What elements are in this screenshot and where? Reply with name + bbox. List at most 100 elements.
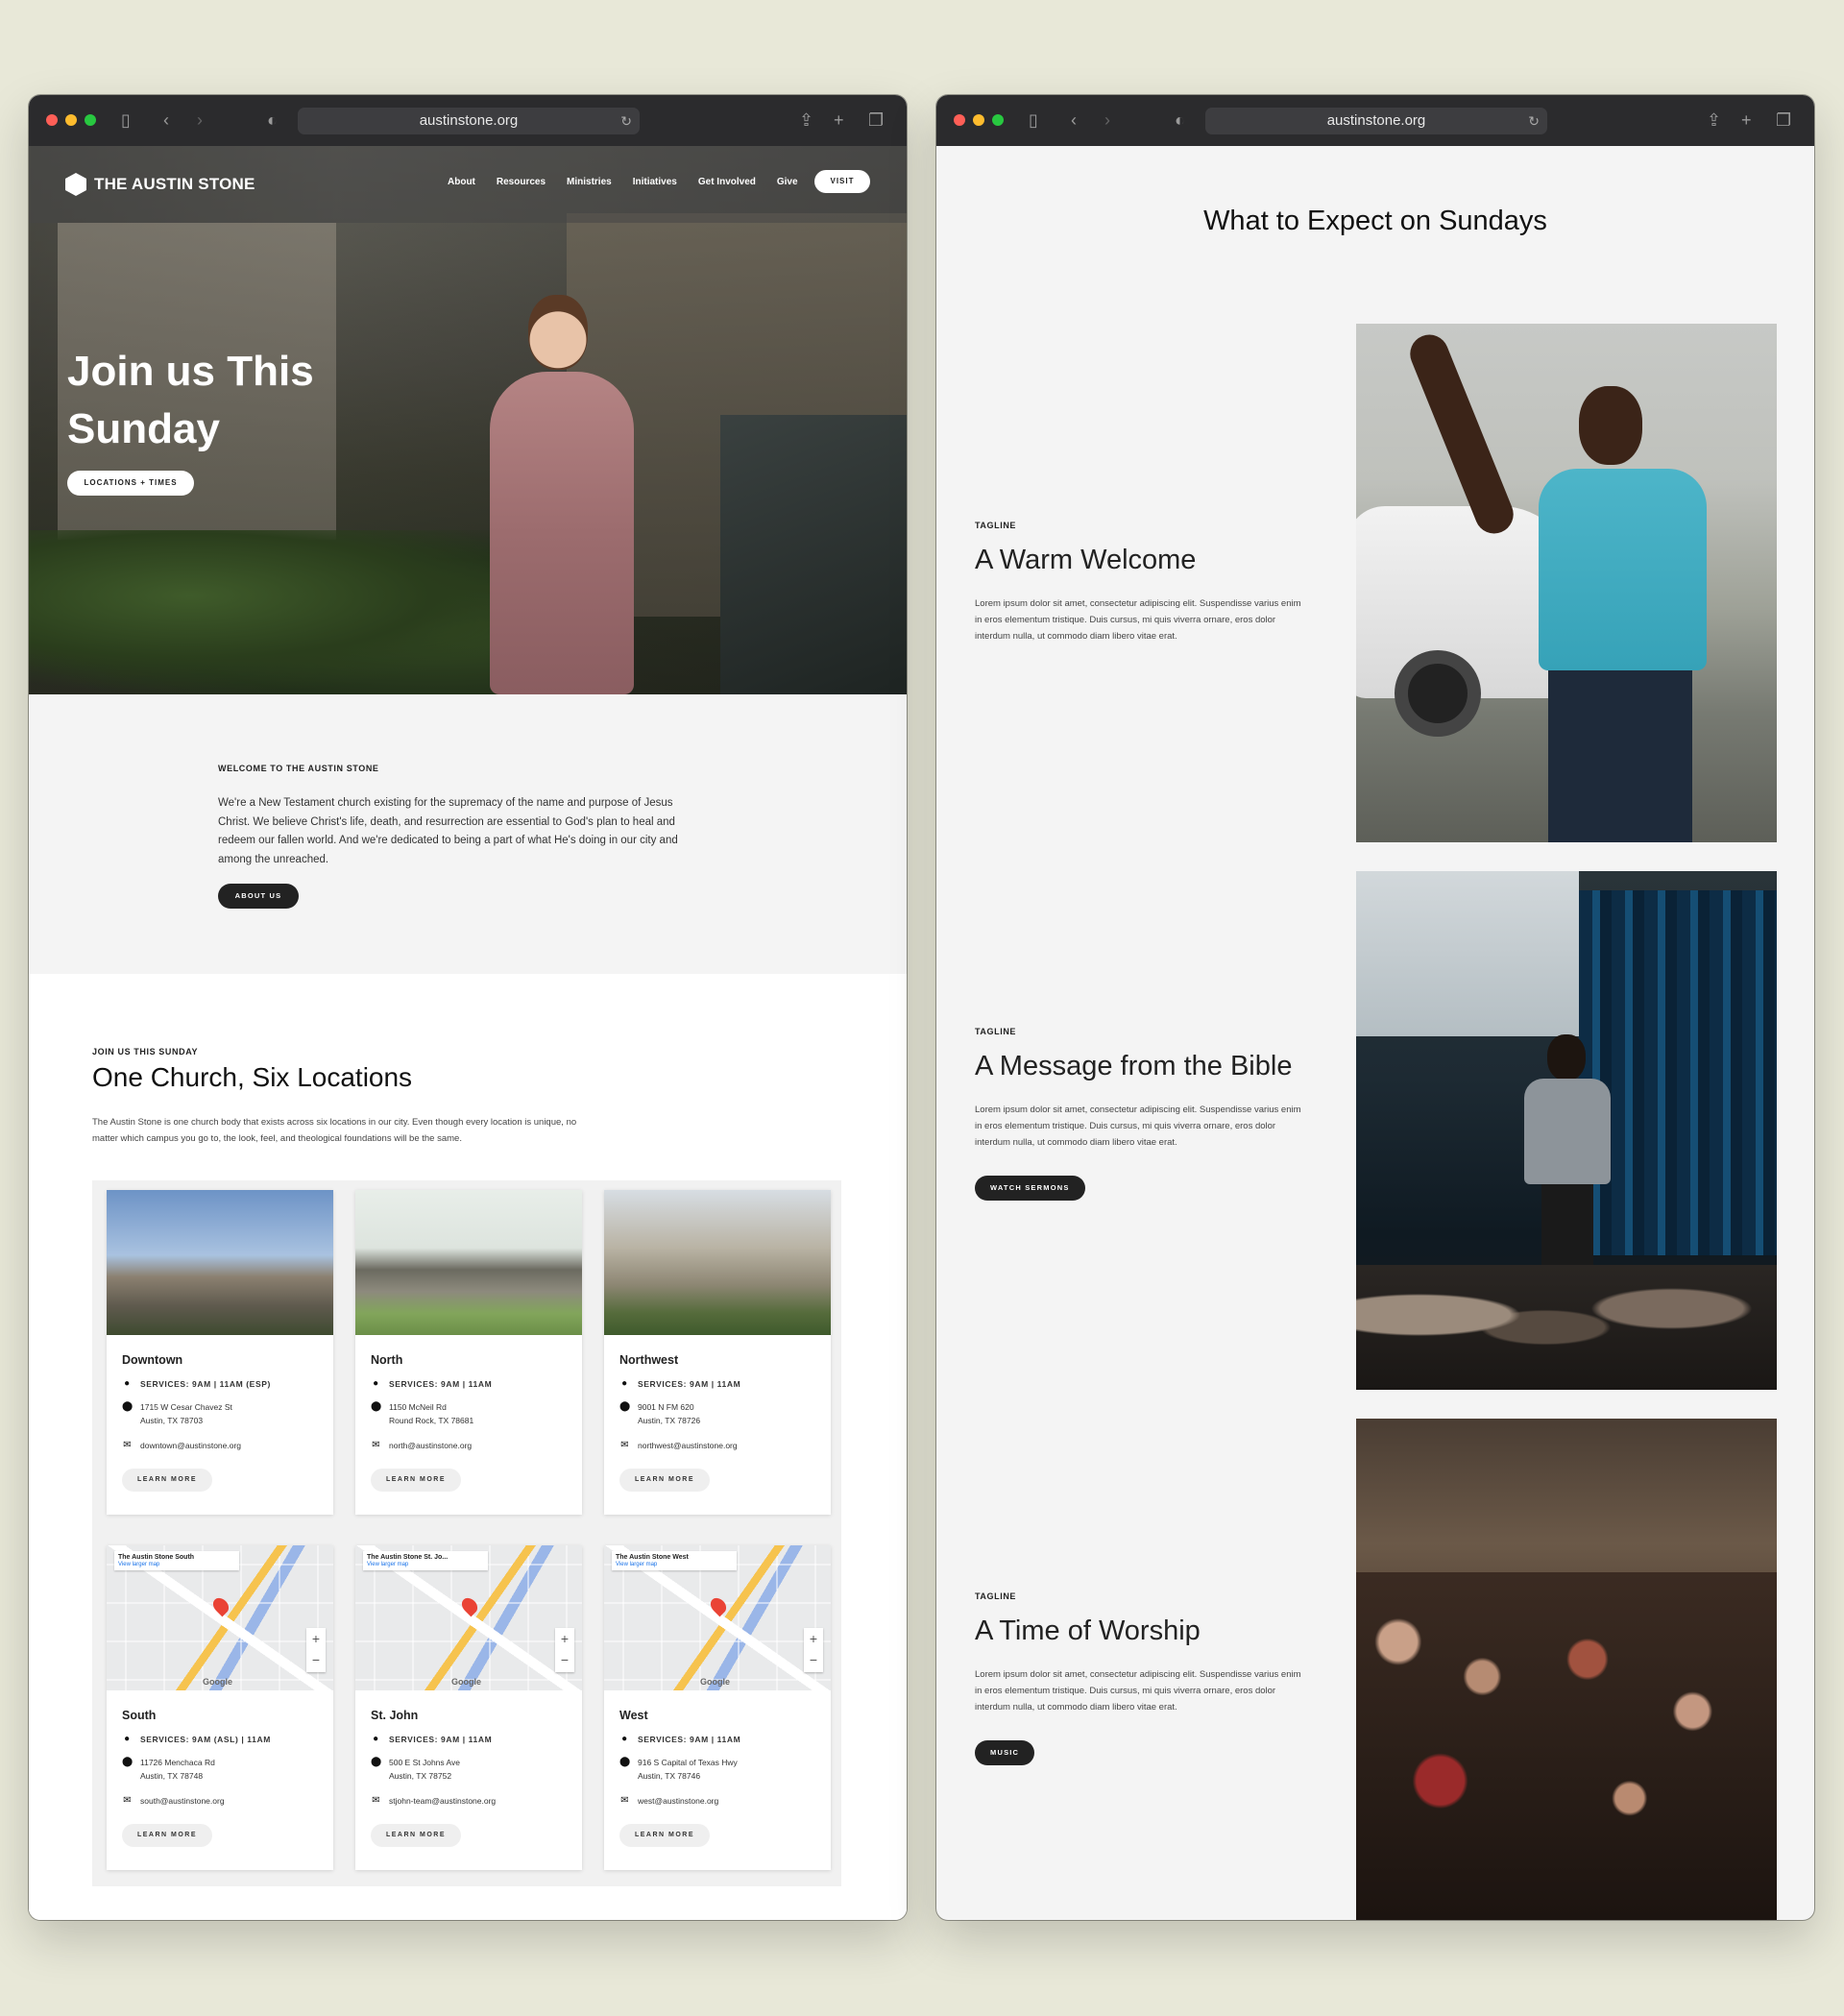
campus-address: ⬤ 1715 W Cesar Chavez St Austin, TX 78703 <box>122 1400 232 1427</box>
feature-time-of-worship: TAGLINE A Time of Worship Lorem ipsum do… <box>975 1591 1301 1765</box>
zoom-window-button[interactable] <box>992 114 1004 126</box>
location-card-west: The Austin Stone West View larger map + − … <box>604 1545 831 1870</box>
close-window-button[interactable] <box>46 114 58 126</box>
address-bar[interactable]: austinstone.org ↻ <box>298 108 640 134</box>
forward-arrow-icon[interactable]: › <box>197 109 203 132</box>
learn-more-button[interactable]: LEARN MORE <box>371 1469 461 1492</box>
map-zoom-controls[interactable]: + − <box>306 1628 326 1672</box>
reload-icon[interactable]: ↻ <box>620 108 632 134</box>
email-link[interactable]: north@austinstone.org <box>389 1439 472 1452</box>
share-icon[interactable]: ⇪ <box>1707 109 1721 132</box>
map-pin-icon: ⬤ <box>122 1401 133 1412</box>
email-link[interactable]: northwest@austinstone.org <box>638 1439 738 1452</box>
campus-email: ✉ northwest@austinstone.org <box>619 1439 738 1452</box>
campus-email: ✉ north@austinstone.org <box>371 1439 472 1452</box>
campus-email: ✉ stjohn-team@austinstone.org <box>371 1794 496 1808</box>
back-arrow-icon[interactable]: ‹ <box>163 109 169 132</box>
watch-sermons-button[interactable]: WATCH SERMONS <box>975 1176 1085 1201</box>
learn-more-button[interactable]: LEARN MORE <box>619 1469 710 1492</box>
tab-overview-icon[interactable]: ❐ <box>1776 109 1791 132</box>
music-button[interactable]: MUSIC <box>975 1740 1035 1765</box>
feature-tagline: TAGLINE <box>975 521 1017 530</box>
service-times-text: SERVICES: 9AM | 11AM (ESP) <box>140 1379 271 1389</box>
view-larger-map-link[interactable]: View larger map <box>367 1562 484 1567</box>
page-viewport[interactable]: THE AUSTIN STONE About Resources Ministr… <box>29 146 907 1920</box>
sidebar-icon[interactable]: ▯ <box>1029 109 1038 132</box>
minimize-window-button[interactable] <box>65 114 77 126</box>
view-larger-map-link[interactable]: View larger map <box>118 1562 235 1567</box>
new-tab-icon[interactable]: + <box>1741 109 1752 132</box>
new-tab-icon[interactable]: + <box>834 109 844 132</box>
nav-link-ministries[interactable]: Ministries <box>567 177 612 187</box>
mail-icon: ✉ <box>123 1795 132 1806</box>
service-times-text: SERVICES: 9AM | 11AM <box>638 1735 741 1744</box>
map-pin-icon[interactable] <box>707 1594 730 1617</box>
campus-photo <box>355 1190 582 1335</box>
visit-button[interactable]: VISIT <box>814 170 870 193</box>
address-text: 500 E St Johns Ave Austin, TX 78752 <box>389 1756 460 1783</box>
nav-link-resources[interactable]: Resources <box>497 177 546 187</box>
campus-photo <box>107 1190 333 1335</box>
close-window-button[interactable] <box>954 114 965 126</box>
learn-more-button[interactable]: LEARN MORE <box>371 1824 461 1847</box>
clock-icon: ● <box>621 1734 628 1744</box>
browser-toolbar: ▯ ‹ › ◐ austinstone.org ↻ ⇪ + ❐ <box>29 95 907 146</box>
service-times: ● SERVICES: 9AM | 11AM <box>619 1377 740 1391</box>
locations-grid: Downtown ● SERVICES: 9AM | 11AM (ESP) ⬤ 17… <box>92 1180 841 1886</box>
map-zoom-controls[interactable]: + − <box>555 1628 574 1672</box>
about-us-button[interactable]: ABOUT US <box>218 884 299 909</box>
reload-icon[interactable]: ↻ <box>1528 108 1540 134</box>
nav-link-about[interactable]: About <box>448 177 475 187</box>
address-line-1: 9001 N FM 620 <box>638 1402 694 1412</box>
privacy-shield-icon[interactable]: ◐ <box>267 109 278 132</box>
photo-pastor-preaching <box>1356 871 1777 1390</box>
learn-more-button[interactable]: LEARN MORE <box>122 1469 212 1492</box>
zoom-window-button[interactable] <box>85 114 96 126</box>
map-pin-icon[interactable] <box>458 1594 481 1617</box>
learn-more-button[interactable]: LEARN MORE <box>122 1824 212 1847</box>
clock-icon: ● <box>373 1734 379 1744</box>
sidebar-icon[interactable]: ▯ <box>121 109 131 132</box>
photo-greeter-waving <box>1356 324 1777 842</box>
campus-name: North <box>371 1353 403 1367</box>
address-bar[interactable]: austinstone.org ↻ <box>1205 108 1547 134</box>
photo-worship-crowd <box>1356 1419 1777 1920</box>
email-link[interactable]: south@austinstone.org <box>140 1794 225 1808</box>
learn-more-button[interactable]: LEARN MORE <box>619 1824 710 1847</box>
clock-icon: ● <box>373 1378 379 1389</box>
location-card-northwest: Northwest ● SERVICES: 9AM | 11AM ⬤ 9001 N … <box>604 1190 831 1515</box>
tab-overview-icon[interactable]: ❐ <box>868 109 884 132</box>
share-icon[interactable]: ⇪ <box>799 109 813 132</box>
logo-text: THE AUSTIN STONE <box>94 175 255 193</box>
map-pin-icon: ⬤ <box>619 1401 631 1412</box>
email-link[interactable]: west@austinstone.org <box>638 1794 718 1808</box>
map-zoom-controls[interactable]: + − <box>804 1628 823 1672</box>
back-arrow-icon[interactable]: ‹ <box>1071 109 1077 132</box>
feature-message-bible: TAGLINE A Message from the Bible Lorem i… <box>975 1027 1301 1201</box>
page-viewport[interactable]: What to Expect on Sundays TAGLINE A Warm… <box>936 146 1814 1920</box>
forward-arrow-icon[interactable]: › <box>1104 109 1110 132</box>
embedded-map[interactable]: The Austin Stone South View larger map + −… <box>107 1545 333 1690</box>
embedded-map[interactable]: The Austin Stone St. Jo... View larger ma… <box>355 1545 582 1690</box>
email-link[interactable]: stjohn-team@austinstone.org <box>389 1794 496 1808</box>
address-line-2: Austin, TX 78726 <box>638 1416 701 1425</box>
map-pin-icon[interactable] <box>209 1594 232 1617</box>
email-link[interactable]: downtown@austinstone.org <box>140 1439 241 1452</box>
view-larger-map-link[interactable]: View larger map <box>616 1562 733 1567</box>
nav-link-initiatives[interactable]: Initiatives <box>633 177 677 187</box>
campus-email: ✉ west@austinstone.org <box>619 1794 718 1808</box>
locations-section: JOIN US THIS SUNDAY One Church, Six Loca… <box>29 974 907 1920</box>
campus-name: Downtown <box>122 1353 183 1367</box>
hexagon-logo-icon <box>65 173 86 196</box>
locations-times-button[interactable]: LOCATIONS + TIMES <box>67 471 194 496</box>
window-controls <box>954 114 1004 126</box>
site-logo[interactable]: THE AUSTIN STONE <box>65 173 255 196</box>
campus-address: ⬤ 9001 N FM 620 Austin, TX 78726 <box>619 1400 700 1427</box>
minimize-window-button[interactable] <box>973 114 984 126</box>
campus-email: ✉ south@austinstone.org <box>122 1794 225 1808</box>
nav-link-give[interactable]: Give <box>777 177 798 187</box>
embedded-map[interactable]: The Austin Stone West View larger map + − … <box>604 1545 831 1690</box>
address-text: 1150 McNeil Rd Round Rock, TX 78681 <box>389 1400 473 1427</box>
nav-link-get-involved[interactable]: Get Involved <box>698 177 756 187</box>
privacy-shield-icon[interactable]: ◐ <box>1175 109 1185 132</box>
